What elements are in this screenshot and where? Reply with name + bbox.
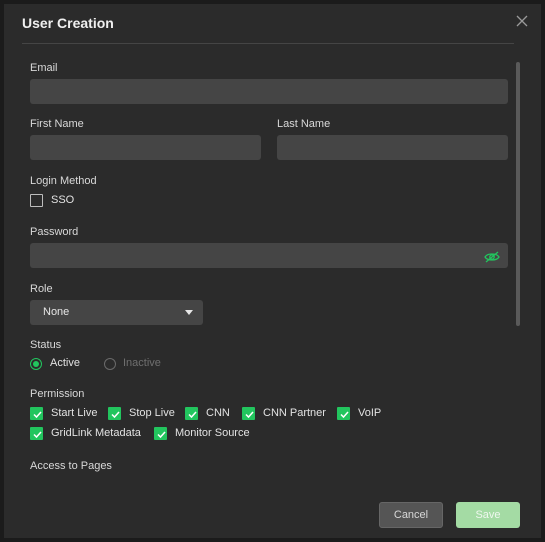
role-selected-value: None bbox=[43, 306, 70, 318]
password-label: Password bbox=[30, 226, 79, 238]
permission-cnn-checkbox[interactable] bbox=[185, 407, 198, 420]
permission-cnn-partner-checkbox[interactable] bbox=[242, 407, 255, 420]
permission-start-live-label: Start Live bbox=[51, 407, 98, 419]
permission-monitor-source-label: Monitor Source bbox=[175, 427, 250, 439]
last-name-field[interactable] bbox=[277, 135, 508, 160]
permission-gridlink-metadata-label: GridLink Metadata bbox=[51, 427, 141, 439]
cancel-button[interactable]: Cancel bbox=[379, 502, 443, 528]
status-inactive-label: Inactive bbox=[123, 357, 161, 369]
first-name-label: First Name bbox=[30, 118, 84, 130]
permission-voip-label: VoIP bbox=[358, 407, 382, 419]
login-method-label: Login Method bbox=[30, 175, 97, 187]
eye-icon[interactable] bbox=[484, 250, 500, 264]
user-creation-dialog: User Creation Email First Name Last Name… bbox=[4, 4, 541, 538]
save-button[interactable]: Save bbox=[456, 502, 520, 528]
permission-start-live-checkbox[interactable] bbox=[30, 407, 43, 420]
role-label: Role bbox=[30, 283, 53, 295]
access-to-pages-label: Access to Pages bbox=[30, 460, 112, 472]
status-active-label: Active bbox=[50, 357, 80, 369]
permission-label: Permission bbox=[30, 388, 85, 400]
first-name-field[interactable] bbox=[30, 135, 261, 160]
permission-voip-checkbox[interactable] bbox=[337, 407, 350, 420]
permission-gridlink-metadata-checkbox[interactable] bbox=[30, 427, 43, 440]
permission-stop-live-checkbox[interactable] bbox=[108, 407, 121, 420]
permission-monitor-source-checkbox[interactable] bbox=[154, 427, 167, 440]
chevron-down-icon bbox=[185, 310, 193, 315]
status-inactive-radio[interactable] bbox=[104, 358, 116, 370]
header-divider bbox=[22, 43, 514, 44]
permission-stop-live-label: Stop Live bbox=[129, 407, 175, 419]
password-field[interactable] bbox=[30, 243, 508, 268]
role-select[interactable]: None bbox=[30, 300, 203, 325]
permission-cnn-partner-label: CNN Partner bbox=[263, 407, 326, 419]
sso-checkbox[interactable] bbox=[30, 194, 43, 207]
sso-label: SSO bbox=[51, 194, 75, 206]
status-label: Status bbox=[30, 339, 62, 351]
last-name-label: Last Name bbox=[277, 118, 331, 130]
status-active-radio[interactable] bbox=[30, 358, 42, 370]
email-label: Email bbox=[30, 62, 58, 74]
close-icon[interactable] bbox=[515, 14, 529, 28]
dialog-title: User Creation bbox=[22, 15, 114, 31]
email-field[interactable] bbox=[30, 79, 508, 104]
permission-cnn-label: CNN bbox=[206, 407, 230, 419]
dialog-scrollbar[interactable] bbox=[516, 62, 520, 326]
